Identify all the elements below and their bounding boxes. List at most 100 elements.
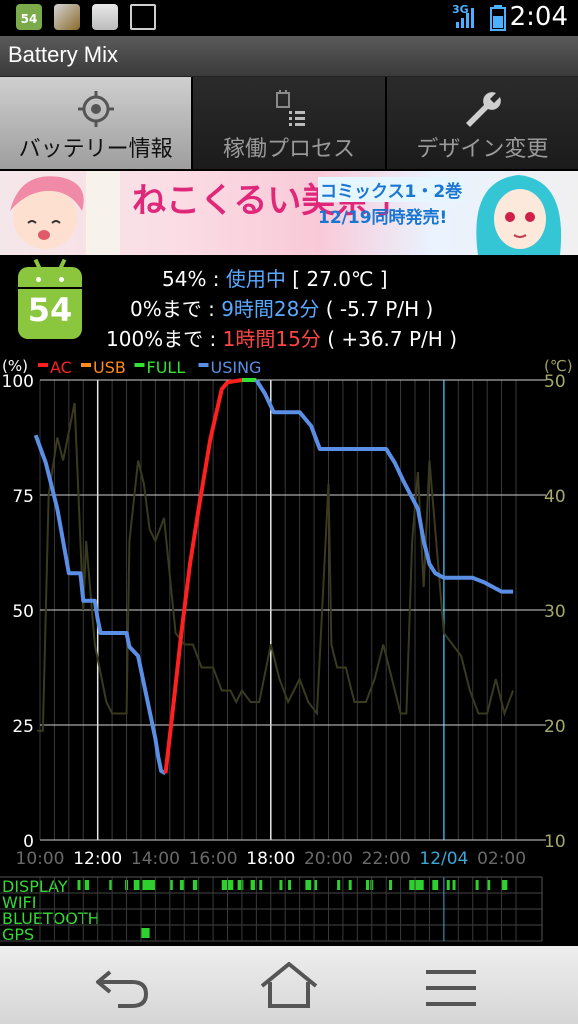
x-tick-label: 14:00	[131, 849, 180, 869]
banner-character-left-image	[10, 171, 120, 255]
activity-bar-display	[337, 880, 341, 890]
legend-swatch-ac	[38, 363, 48, 367]
home-icon[interactable]	[244, 958, 334, 1014]
signal-notification-icon	[54, 4, 80, 30]
y-tick-right: 30	[544, 602, 566, 622]
activity-bar-display	[389, 880, 393, 890]
x-tick-label: 20:00	[304, 849, 353, 869]
ad-banner[interactable]: ねこくるい美奈子 コミックス1・2巻 12/19同時発売!	[0, 171, 578, 255]
battery-notification-icon: 54	[16, 4, 42, 30]
banner-character-right-image	[476, 175, 562, 255]
battery-level-badge: 54	[27, 291, 73, 329]
activity-bar-display	[348, 880, 352, 890]
tab-label: 稼働プロセス	[222, 137, 355, 162]
tab-design[interactable]: デザイン変更	[386, 77, 578, 169]
time-to-empty-value: 9時間28分	[221, 297, 320, 321]
activity-bar-display	[365, 880, 369, 890]
tab-bar: バッテリー情報 稼働プロセス デザイン変更	[0, 77, 578, 169]
battery-percent: 54%	[162, 267, 207, 291]
activity-bar-display	[77, 880, 81, 890]
activity-bar-display	[432, 880, 439, 890]
activity-bar-display	[501, 880, 508, 890]
signal-strength-icon	[456, 8, 474, 28]
y-tick-left: 100	[2, 372, 34, 392]
activity-bar-display	[452, 880, 456, 890]
battery-info-panel: 54 54% : 使用中 [ 27.0℃ ] 0%まで : 9時間28分 ( -…	[0, 255, 578, 355]
series-line-ac	[163, 378, 243, 774]
activity-label-gps: GPS	[2, 925, 34, 944]
tab-battery-info[interactable]: バッテリー情報	[0, 77, 194, 169]
time-to-full-line: 100%まで : 1時間15分 ( +36.7 P/H )	[106, 323, 457, 352]
y-tick-left: 75	[12, 487, 34, 507]
temperature-line	[37, 402, 515, 732]
led-app-notification-icon	[92, 4, 118, 30]
x-tick-label: 12:00	[73, 849, 122, 869]
tab-label: デザイン変更	[416, 137, 549, 162]
legend-swatch-full	[134, 363, 145, 367]
x-tick-label: 02:00	[477, 849, 526, 869]
menu-icon[interactable]	[406, 958, 496, 1014]
clock: 2:04	[509, 2, 568, 32]
banner-line-2: 12/19同時発売!	[318, 208, 448, 228]
battery-status-icon	[490, 5, 506, 31]
x-tick-label: 22:00	[362, 849, 411, 869]
activity-bar-gps	[140, 928, 150, 938]
activity-bar-display	[305, 880, 312, 890]
time-to-full-label: 100%まで :	[106, 327, 223, 351]
activity-bar-display	[250, 880, 255, 890]
activity-bar-display	[279, 880, 283, 890]
crosshair-icon	[77, 91, 114, 127]
legend-swatch-usb	[81, 363, 91, 367]
time-to-full-value: 1時間15分	[222, 327, 321, 351]
activity-bar-display	[446, 880, 450, 890]
activity-bar-display	[179, 880, 185, 890]
activity-bar-display	[475, 880, 479, 890]
activity-bar-display	[133, 880, 140, 890]
app-title: Battery Mix	[8, 42, 119, 67]
tab-processes[interactable]: 稼働プロセス	[193, 77, 387, 169]
series-line-using	[254, 378, 514, 594]
activity-bar-display	[259, 880, 263, 890]
activity-bar-display	[192, 880, 198, 890]
process-list-icon	[275, 90, 305, 126]
battery-state: 使用中	[225, 267, 286, 291]
banner-line-1: コミックス1・2巻	[318, 177, 465, 202]
battery-chart-svg: (%) (℃)AC USB FULL USING10075502505040302010…	[0, 357, 573, 944]
back-icon[interactable]	[80, 958, 170, 1014]
discharge-rate: ( -5.7 P/H )	[325, 297, 434, 321]
legend-label-usb: USB	[93, 358, 126, 377]
series-line-using	[33, 434, 167, 776]
legend-label-using: USING	[211, 358, 262, 377]
time-to-empty-line: 0%まで : 9時間28分 ( -5.7 P/H )	[130, 293, 433, 322]
y-tick-right: 20	[544, 717, 566, 737]
y-tick-right: 50	[544, 372, 566, 392]
image-notification-icon	[130, 4, 156, 30]
system-nav-bar	[0, 946, 578, 1024]
charge-rate: ( +36.7 P/H )	[327, 327, 457, 351]
activity-bar-display	[84, 880, 90, 890]
y-tick-right: 10	[544, 832, 566, 852]
tab-label: バッテリー情報	[18, 137, 173, 162]
activity-bar-display	[288, 880, 292, 890]
battery-temperature: [ 27.0℃ ]	[292, 267, 388, 291]
y-tick-left: 25	[12, 717, 34, 737]
legend-label-full: FULL	[147, 358, 186, 377]
activity-bar-display	[142, 880, 156, 890]
action-bar: Battery Mix	[0, 36, 578, 77]
x-tick-label: 16:00	[189, 849, 238, 869]
activity-bar-display	[409, 880, 424, 890]
battery-history-chart: (%) (℃) AC USB FULL USING 100 75 50 25 0 50 40 30 20 10…	[0, 355, 578, 945]
battery-notification-label: 54	[20, 12, 38, 26]
legend-swatch-using	[198, 363, 209, 367]
android-battery-icon: 54	[18, 258, 82, 339]
x-tick-label: 10:00	[16, 849, 65, 869]
status-bar: 54 3G 2:04	[0, 0, 578, 36]
wrench-icon	[466, 92, 502, 127]
activity-bar-display	[237, 880, 244, 890]
time-to-empty-label: 0%まで :	[130, 297, 222, 321]
x-tick-label: 12/04	[419, 849, 468, 869]
y-tick-left: 50	[12, 602, 34, 622]
x-tick-label: 18:00	[246, 849, 295, 869]
legend-label-ac: AC	[50, 358, 72, 377]
y-tick-right: 40	[544, 487, 566, 507]
